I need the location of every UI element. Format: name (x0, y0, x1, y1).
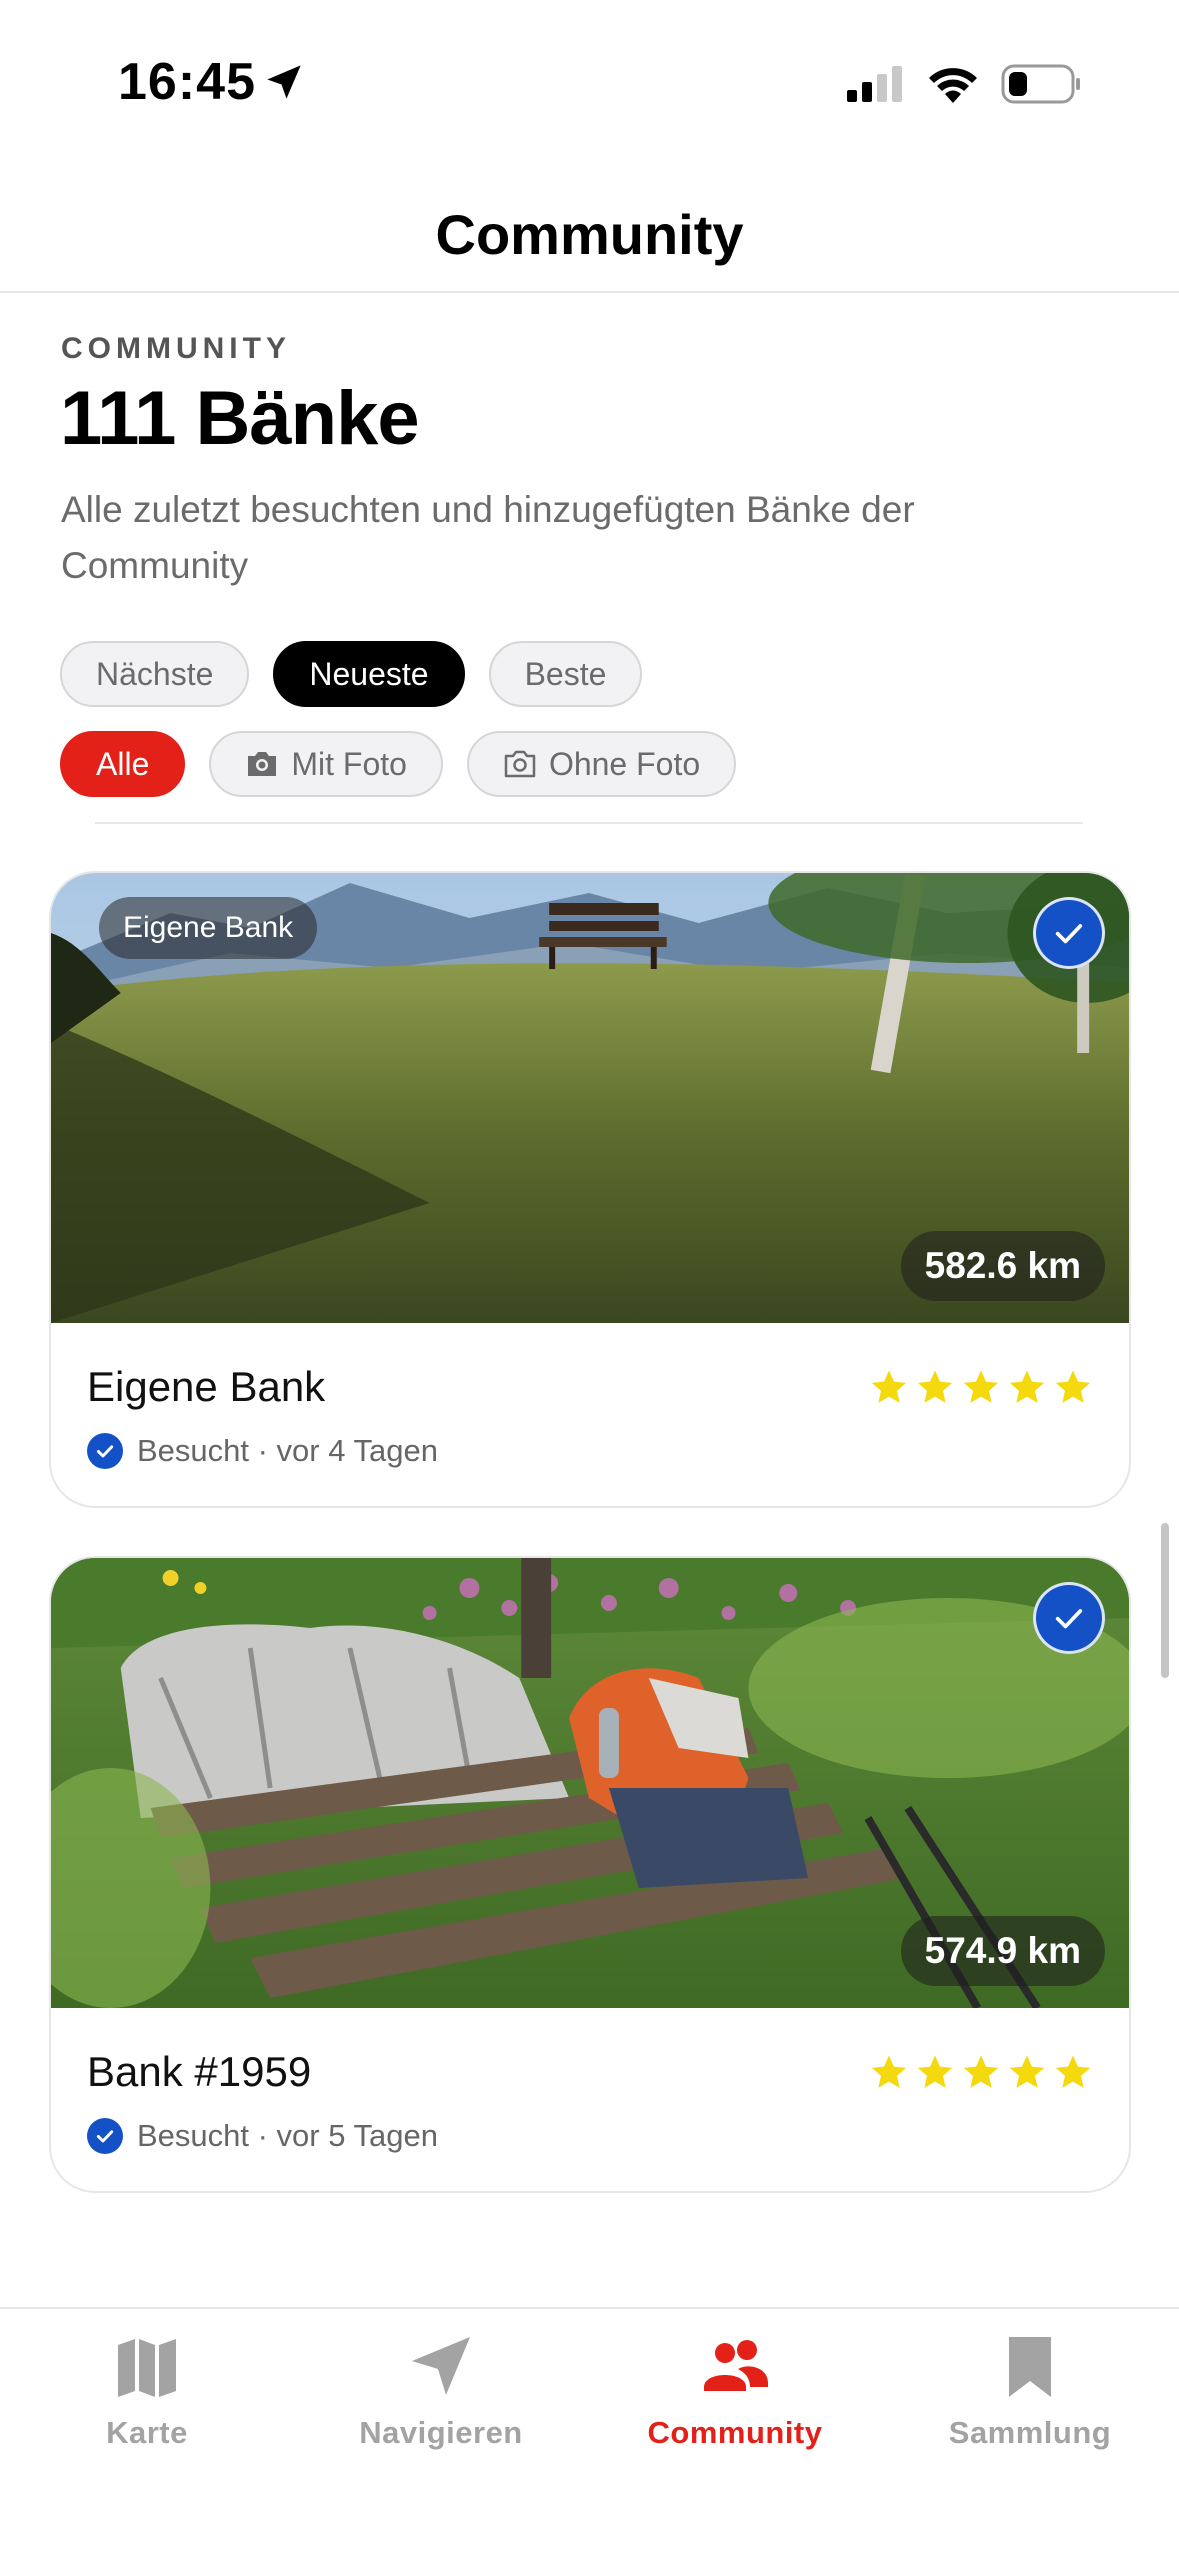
nav-title: Community (435, 203, 744, 266)
tab-sammlung[interactable]: Sammlung (905, 2331, 1155, 2451)
people-icon (704, 2340, 768, 2391)
visit-meta: Besucht · vor 5 Tagen (87, 2118, 438, 2154)
star-icon (917, 2055, 953, 2088)
status-time: 16:45 (118, 52, 304, 112)
bench-photo: 574.9 km (51, 1558, 1129, 2008)
battery-icon (1001, 64, 1080, 104)
star-icon (871, 2055, 907, 2088)
star-icon (963, 2055, 999, 2088)
divider (95, 822, 1083, 824)
filter-chips: Alle Mit Foto Ohne Foto (60, 731, 737, 797)
location-arrow-icon (267, 65, 301, 99)
cellular-signal-icon (847, 66, 902, 102)
tab-sammlung-label: Sammlung (948, 2415, 1112, 2450)
tab-community[interactable]: Community (610, 2331, 860, 2451)
bench-title: Eigene Bank (87, 1363, 326, 1410)
chip-neueste[interactable]: Neueste (273, 641, 465, 707)
star-rating (869, 2052, 1093, 2092)
visit-meta: Besucht · vor 4 Tagen (87, 1433, 438, 1469)
star-icon (1009, 1370, 1045, 1403)
chip-beste[interactable]: Beste (488, 641, 643, 707)
sort-chips: Nächste Neueste Beste (60, 641, 643, 707)
status-icons (847, 64, 1081, 104)
star-icon (1055, 2055, 1091, 2088)
status-bar: 16:45 (0, 0, 1179, 170)
star-icon (1009, 2055, 1045, 2088)
camera-outline-icon (504, 750, 536, 778)
chip-naechste[interactable]: Nächste (60, 641, 250, 707)
page-title: 111 Bänke (60, 376, 420, 461)
bench-card[interactable]: 574.9 km Bank #1959 Besucht · vor 5 Tage… (49, 1556, 1131, 2193)
tab-karte[interactable]: Karte (22, 2331, 272, 2451)
clock: 16:45 (118, 53, 256, 111)
navigation-bar: Community (0, 170, 1179, 293)
chip-alle-label: Alle (96, 745, 150, 782)
bench-title: Bank #1959 (87, 2048, 312, 2095)
bench-card[interactable]: Eigene Bank 582.6 km Eigene Bank Besucht… (49, 871, 1131, 1508)
star-rating (869, 1367, 1093, 1407)
chip-mit-foto[interactable]: Mit Foto (209, 731, 443, 797)
tab-karte-label: Karte (106, 2415, 188, 2450)
wifi-icon (929, 68, 977, 103)
visit-meta-text: Besucht · vor 4 Tagen (137, 1433, 438, 1468)
checkmark-circle-icon (87, 1433, 123, 1469)
star-icon (871, 1370, 907, 1403)
scroll-indicator[interactable] (1161, 1523, 1169, 1678)
distance-badge: 574.9 km (900, 1916, 1105, 1986)
chip-ohne-foto-label: Ohne Foto (548, 745, 701, 782)
bench-photo: Eigene Bank 582.6 km (51, 873, 1129, 1323)
visit-meta-text: Besucht · vor 5 Tagen (137, 2118, 438, 2153)
checkmark-circle-icon (87, 2118, 123, 2154)
visited-check-icon (1033, 897, 1105, 969)
camera-filled-icon (248, 752, 277, 776)
tab-navigieren-label: Navigieren (359, 2415, 523, 2450)
section-eyebrow: COMMUNITY (61, 332, 291, 365)
tab-navigieren[interactable]: Navigieren (316, 2331, 566, 2451)
own-bench-badge: Eigene Bank (99, 897, 318, 959)
star-icon (1055, 1370, 1091, 1403)
chip-ohne-foto[interactable]: Ohne Foto (466, 731, 737, 797)
navigation-arrow-icon (412, 2337, 470, 2395)
bookmark-icon (1009, 2337, 1051, 2397)
star-icon (917, 1370, 953, 1403)
tab-bar: Karte Navigieren Community Sammlung (0, 2307, 1179, 2556)
star-icon (963, 1370, 999, 1403)
chip-mit-foto-label: Mit Foto (291, 745, 407, 782)
tab-community-label: Community (647, 2415, 823, 2450)
map-icon (118, 2339, 176, 2397)
distance-badge: 582.6 km (900, 1231, 1105, 1301)
chip-alle[interactable]: Alle (60, 731, 186, 797)
page-subtitle: Alle zuletzt besuchten und hinzugefügten… (61, 489, 915, 586)
visited-check-icon (1033, 1582, 1105, 1654)
